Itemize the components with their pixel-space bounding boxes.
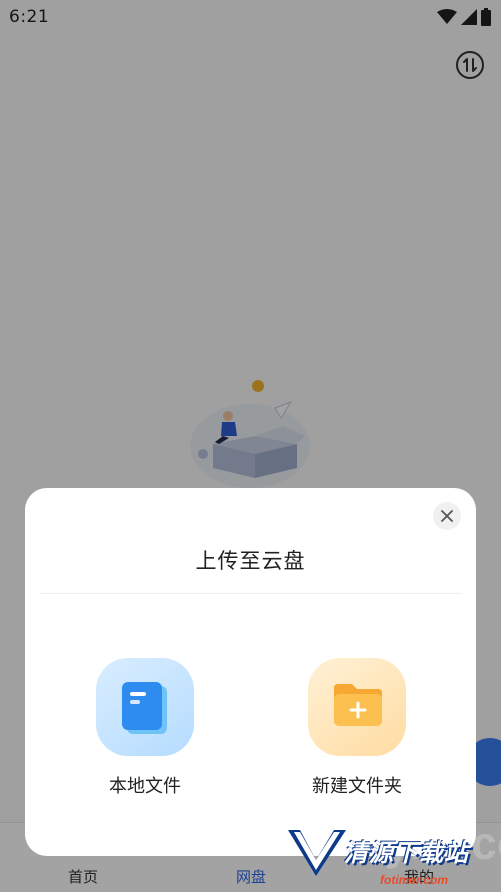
watermark-logo-icon (288, 830, 346, 876)
new-folder-option[interactable]: 新建文件夹 (287, 658, 427, 798)
watermark-title: 清源下载站 (344, 839, 469, 867)
close-button[interactable] (433, 502, 461, 530)
local-file-option[interactable]: 本地文件 (75, 658, 215, 798)
watermark-url: fotimer.com (380, 873, 449, 887)
file-icon (122, 682, 167, 734)
watermark: MyPrice 清源下载站 fotimer.com (286, 817, 501, 892)
new-folder-label: 新建文件夹 (312, 776, 402, 797)
local-file-label: 本地文件 (109, 776, 181, 797)
folder-add-icon (334, 684, 382, 726)
sheet-title: 上传至云盘 (195, 549, 306, 573)
close-icon (441, 510, 453, 522)
divider (40, 593, 461, 594)
new-folder-icon-tile[interactable] (308, 658, 406, 756)
local-file-icon-tile[interactable] (96, 658, 194, 756)
upload-sheet: 上传至云盘 本地文件 新建文件夹 (25, 488, 476, 856)
